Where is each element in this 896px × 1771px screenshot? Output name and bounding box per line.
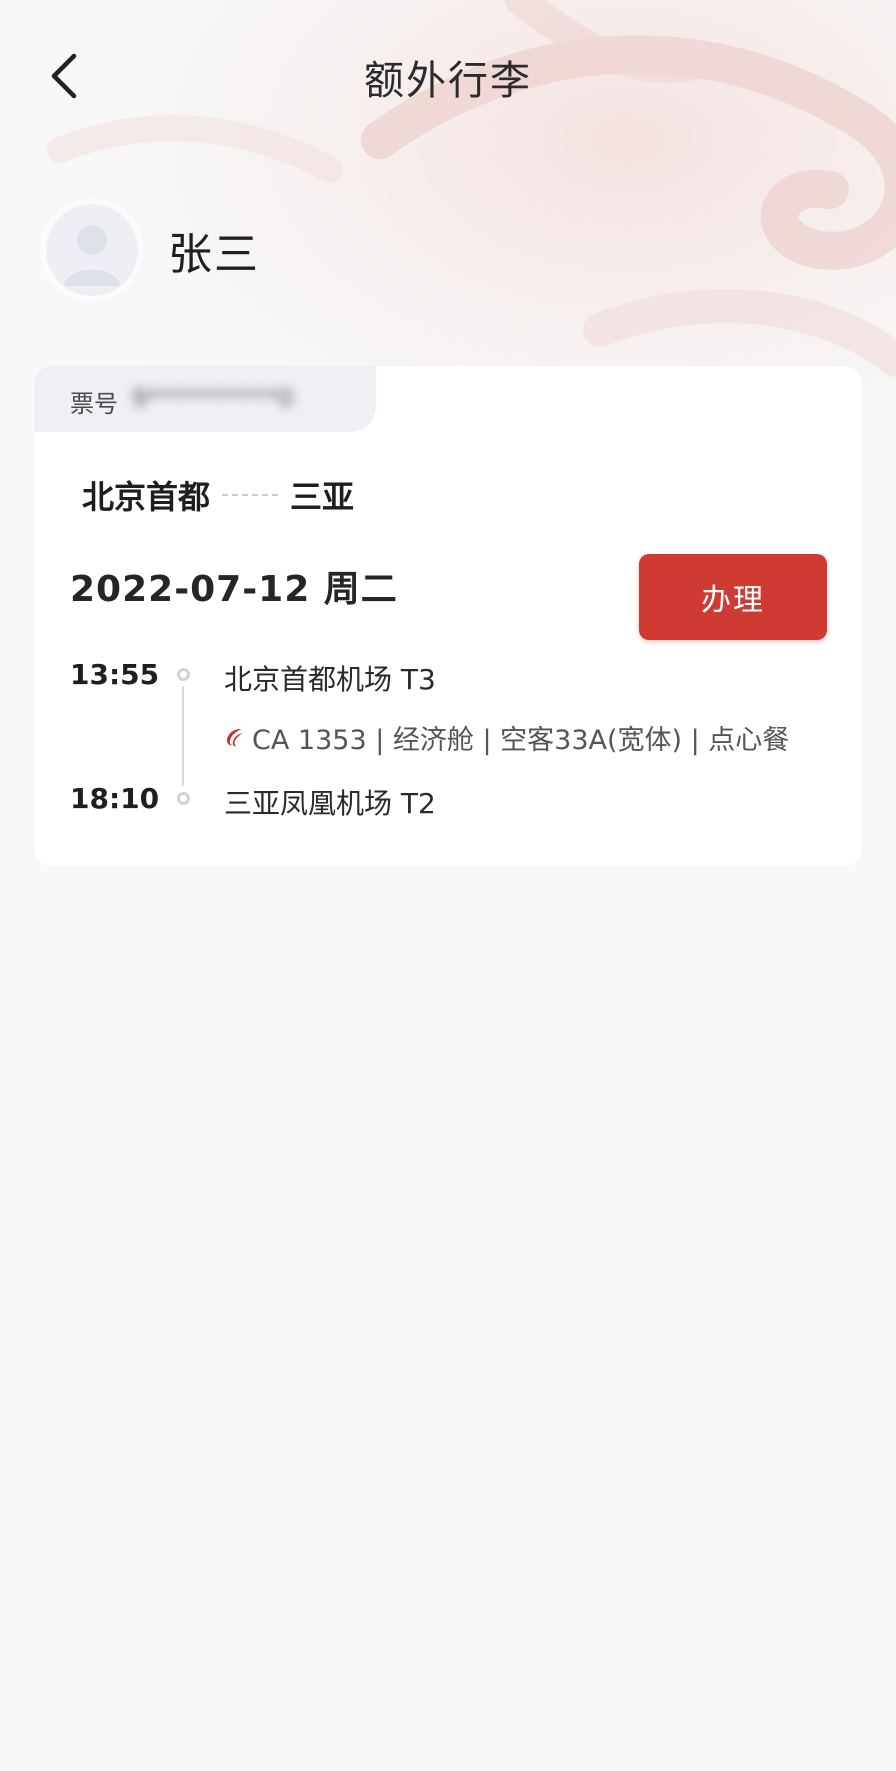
ticket-label: 票号: [70, 390, 118, 418]
route-destination: 三亚: [290, 478, 355, 516]
passenger-name: 张三: [168, 229, 260, 280]
flight-info: CA 1353 | 经济舱 | 空客33A(宽体) | 点心餐: [222, 718, 789, 757]
route-origin: 北京首都: [82, 478, 211, 516]
handle-button[interactable]: 办理: [639, 554, 827, 640]
flight-info-text: CA 1353 | 经济舱 | 空客33A(宽体) | 点心餐: [252, 725, 790, 756]
route-dash: [222, 494, 279, 496]
ticket-number: 9**********0: [132, 384, 295, 412]
timeline-line: [182, 686, 184, 786]
route: 北京首都 三亚: [82, 472, 354, 518]
page-title: 额外行李: [364, 58, 532, 104]
avatar: [46, 204, 138, 296]
air-china-logo-icon: [227, 728, 243, 746]
ticket-number-tab: 票号 9**********0: [34, 366, 376, 432]
departure-time: 13:55: [70, 658, 160, 691]
passenger-header: 张三: [46, 204, 260, 296]
header-bar: 额外行李: [0, 0, 896, 150]
person-avatar-icon: [64, 225, 120, 286]
departure-dot: [177, 668, 190, 681]
flight-date: 2022-07-12 周二: [70, 569, 398, 610]
arrival-time: 18:10: [70, 782, 160, 815]
arrival-dot: [177, 792, 190, 805]
flight-card: 票号 9**********0 北京首都 三亚 2022-07-12 周二 办理…: [34, 366, 862, 866]
departure-airport: 北京首都机场 T3: [224, 663, 436, 696]
arrival-airport: 三亚凤凰机场 T2: [224, 787, 436, 820]
